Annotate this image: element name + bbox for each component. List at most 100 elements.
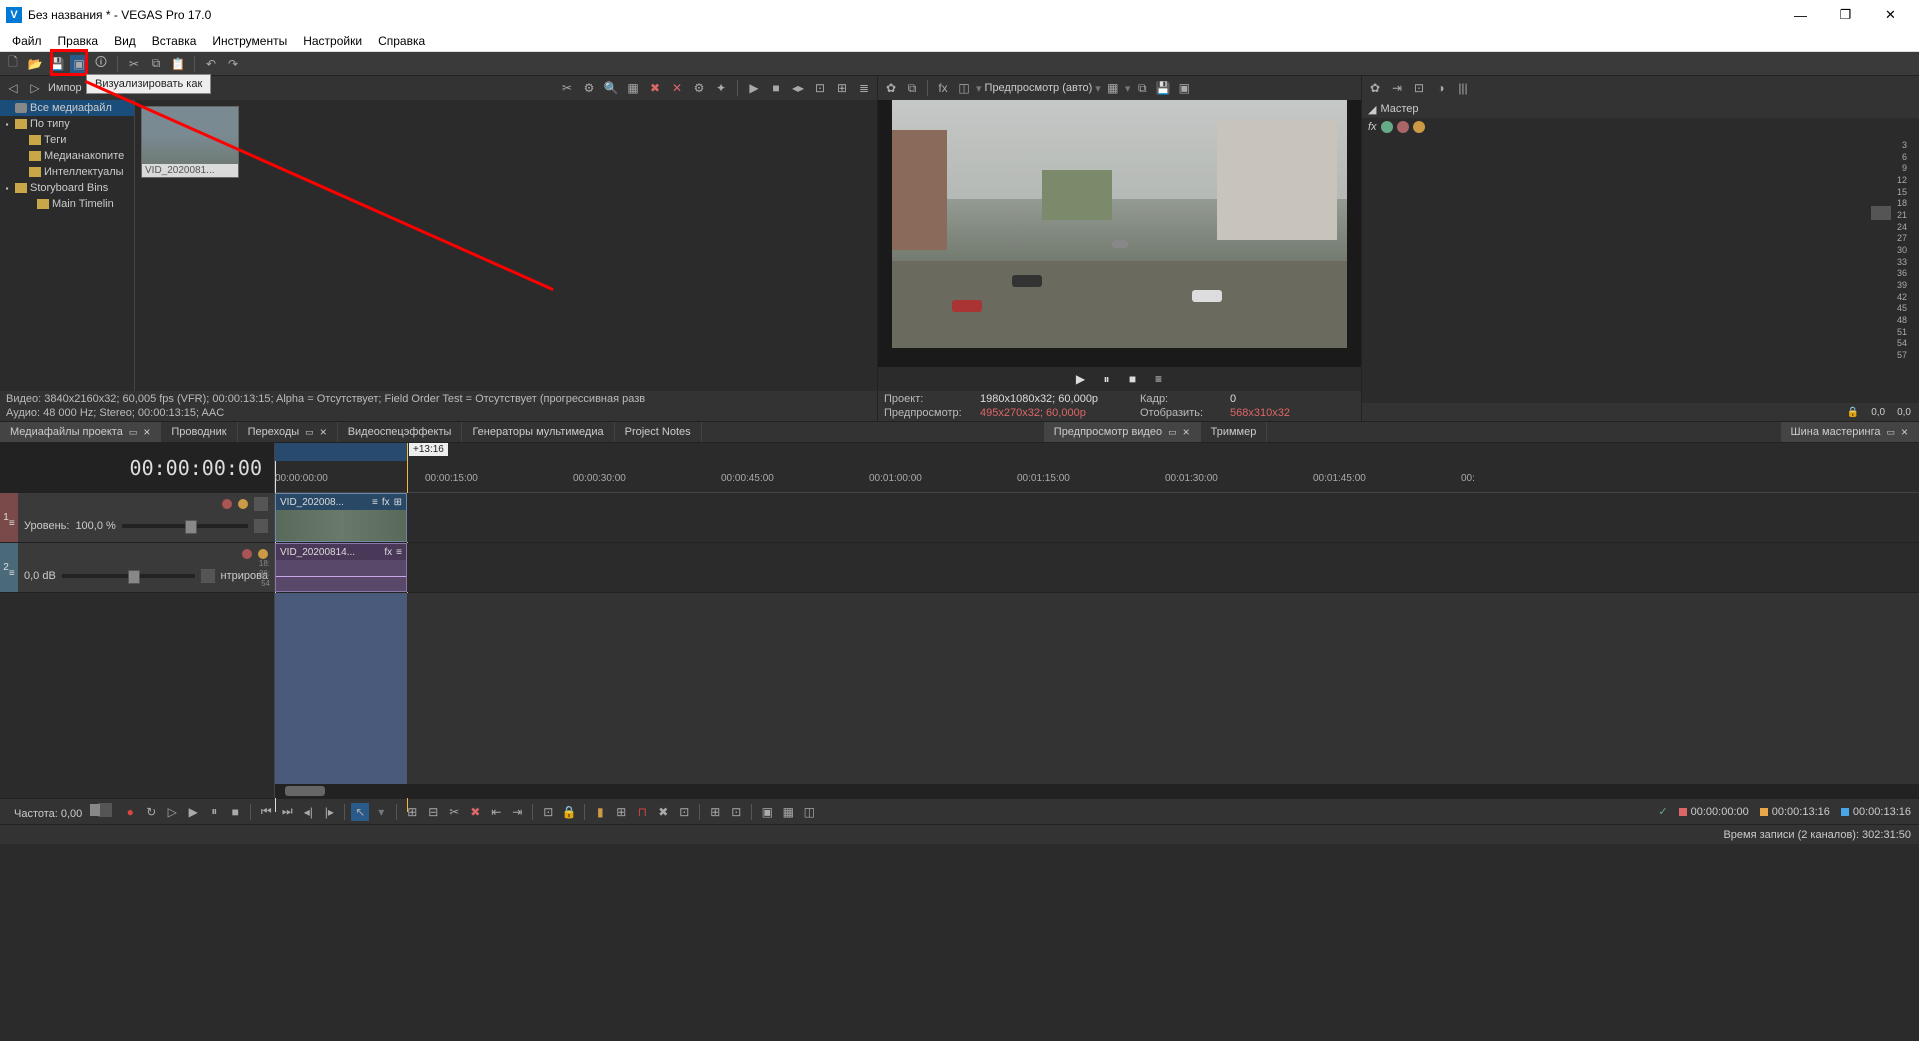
marker-icon[interactable]: ▮ — [591, 803, 609, 821]
track-fx-icon[interactable] — [222, 499, 232, 509]
close-button[interactable]: ✕ — [1868, 0, 1913, 30]
tool-icon[interactable]: ⊡ — [539, 803, 557, 821]
tab-explorer[interactable]: Проводник — [161, 422, 237, 442]
master-tb-icon[interactable]: ⊡ — [1410, 79, 1428, 97]
menu-edit[interactable]: Правка — [50, 32, 107, 50]
lock-icon[interactable]: 🔒 — [1847, 407, 1859, 418]
media-thumbnail[interactable]: VID_2020081... — [141, 106, 239, 178]
media-tb-icon[interactable]: ⊡ — [811, 79, 829, 97]
preview-tb-icon[interactable]: ▣ — [1175, 79, 1193, 97]
clip-pan-icon[interactable]: ⊞ — [394, 497, 402, 508]
media-tb-icon[interactable]: 🔍 — [602, 79, 620, 97]
tool-icon[interactable]: ✖ — [654, 803, 672, 821]
back-icon[interactable]: ◁ — [4, 79, 22, 97]
media-tb-icon[interactable]: ≣ — [855, 79, 873, 97]
maximize-button[interactable]: ❐ — [1823, 0, 1868, 30]
tool-icon[interactable]: ▾ — [372, 803, 390, 821]
timeline-empty-area[interactable] — [0, 593, 1919, 798]
audio-clip[interactable]: VID_20200814...fx≡ — [275, 543, 407, 592]
master-tb-icon[interactable]: ✿ — [1366, 79, 1384, 97]
tool-icon[interactable]: ⊞ — [612, 803, 630, 821]
tree-by-type[interactable]: ▪По типу — [0, 116, 134, 132]
menu-view[interactable]: Вид — [106, 32, 144, 50]
expand-icon[interactable]: ◢ — [1368, 103, 1376, 116]
preview-stop-icon[interactable]: ■ — [1124, 370, 1142, 388]
open-project-icon[interactable]: 📂 — [26, 55, 44, 73]
play-icon[interactable]: ▶ — [184, 803, 202, 821]
tool-icon[interactable]: ⊟ — [424, 803, 442, 821]
volume-slider[interactable] — [62, 574, 195, 578]
rate-reset-button[interactable] — [98, 803, 112, 817]
video-track-header[interactable]: Уровень: 100,0 % — [18, 493, 275, 542]
media-stop-icon[interactable]: ■ — [767, 79, 785, 97]
preview-save-icon[interactable]: 💾 — [1154, 79, 1172, 97]
preview-overlays-icon[interactable]: ▦ — [1104, 79, 1122, 97]
track-fx-icon[interactable] — [238, 499, 248, 509]
audio-track-header[interactable]: 0,0 dB нтрирова 18: 36: 54 — [18, 543, 275, 592]
timeline-scrollbar[interactable] — [275, 784, 1919, 798]
tab-video-preview[interactable]: Предпросмотр видео▭× — [1044, 422, 1201, 442]
level-slider[interactable] — [122, 524, 248, 528]
fx-slot-icon[interactable] — [1397, 121, 1409, 133]
media-remove-icon[interactable]: ✖ — [646, 79, 664, 97]
tool-icon[interactable]: ◫ — [800, 803, 818, 821]
track-fx-icon[interactable] — [258, 549, 268, 559]
pause-icon[interactable]: ⏸ — [205, 803, 223, 821]
media-play-icon[interactable]: ▶ — [745, 79, 763, 97]
media-tree[interactable]: Все медиафайл ▪По типу Теги Медианакопит… — [0, 100, 135, 391]
trim-start-icon[interactable]: ⇤ — [487, 803, 505, 821]
preview-split-icon[interactable]: ◫ — [955, 79, 973, 97]
cursor-time[interactable]: 00:00:00:00 — [1679, 806, 1749, 818]
preview-viewport[interactable] — [878, 100, 1361, 367]
tab-transitions[interactable]: Переходы▭× — [238, 422, 338, 442]
tab-media-generators[interactable]: Генераторы мультимедиа — [462, 422, 614, 442]
next-frame-icon[interactable]: |▸ — [320, 803, 338, 821]
tree-all-media[interactable]: Все медиафайл — [0, 100, 134, 116]
mute-solo-icon[interactable] — [1871, 206, 1881, 220]
copy-icon[interactable]: ⧉ — [147, 55, 165, 73]
preview-settings-icon[interactable]: ✿ — [882, 79, 900, 97]
clip-fx-icon[interactable]: fx — [382, 497, 390, 508]
loop-region[interactable] — [275, 443, 407, 461]
track-number[interactable]: 2≡ — [0, 543, 18, 592]
go-end-icon[interactable]: ⏭ — [278, 803, 296, 821]
media-gear-icon[interactable]: ⚙ — [690, 79, 708, 97]
redo-icon[interactable]: ↷ — [224, 55, 242, 73]
render-as-icon[interactable]: ▣ — [70, 55, 88, 73]
preview-fx-icon[interactable]: fx — [934, 79, 952, 97]
clip-menu-icon[interactable]: ≡ — [396, 547, 402, 558]
tool-icon[interactable]: ⊞ — [706, 803, 724, 821]
play-from-start-icon[interactable]: ▷ — [163, 803, 181, 821]
clip-menu-icon[interactable]: ≡ — [372, 497, 378, 508]
trim-end-icon[interactable]: ⇥ — [508, 803, 526, 821]
solo-button[interactable] — [254, 519, 268, 533]
tool-icon[interactable]: ✂ — [445, 803, 463, 821]
loop-icon[interactable]: ↻ — [142, 803, 160, 821]
tool-icon[interactable]: ⊡ — [675, 803, 693, 821]
edit-tool-icon[interactable]: ↖ — [351, 803, 369, 821]
tab-project-notes[interactable]: Project Notes — [615, 422, 702, 442]
menu-help[interactable]: Справка — [370, 32, 433, 50]
tab-master-bus[interactable]: Шина мастеринга▭× — [1781, 422, 1919, 442]
menu-file[interactable]: Файл — [4, 32, 50, 50]
prev-frame-icon[interactable]: ◂| — [299, 803, 317, 821]
record-icon[interactable]: ● — [121, 803, 139, 821]
minimize-button[interactable]: — — [1778, 0, 1823, 30]
scrollbar-thumb[interactable] — [285, 786, 325, 796]
media-tb-icon[interactable]: ⊞ — [833, 79, 851, 97]
media-thumbnails[interactable]: VID_2020081... — [135, 100, 877, 391]
preview-external-icon[interactable]: ⧉ — [903, 79, 921, 97]
preview-copy-icon[interactable]: ⧉ — [1133, 79, 1151, 97]
selection-end-time[interactable]: 00:00:13:16 — [1760, 806, 1830, 818]
video-clip[interactable]: VID_202008...≡fx⊞ — [275, 493, 407, 542]
properties-icon[interactable]: 🛈 — [92, 55, 110, 73]
track-fx-icon[interactable] — [242, 549, 252, 559]
tab-close-icon[interactable]: × — [143, 425, 150, 439]
track-number[interactable]: 1≡ — [0, 493, 18, 542]
tree-main-timeline[interactable]: Main Timelin — [0, 196, 134, 212]
fx-slot-icon[interactable] — [1413, 121, 1425, 133]
media-delete-icon[interactable]: ✕ — [668, 79, 686, 97]
menu-settings[interactable]: Настройки — [295, 32, 370, 50]
tool-icon[interactable]: ▣ — [758, 803, 776, 821]
menu-insert[interactable]: Вставка — [144, 32, 205, 50]
